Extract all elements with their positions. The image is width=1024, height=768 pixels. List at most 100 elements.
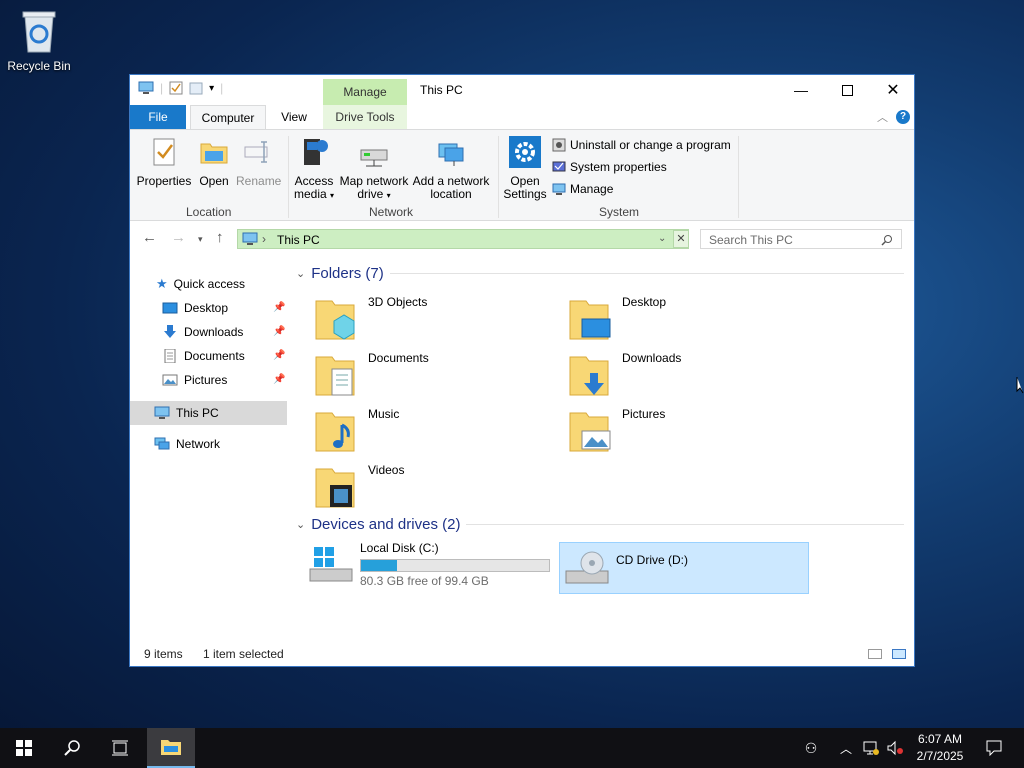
open-button[interactable]: Open	[196, 136, 232, 188]
map-network-drive-icon	[360, 149, 388, 167]
nav-this-pc-label: This PC	[176, 406, 219, 420]
drive-c-usage-bar	[360, 559, 550, 572]
system-properties-button[interactable]: System properties	[552, 160, 667, 174]
tab-file[interactable]: File	[130, 105, 186, 129]
people-button[interactable]: ⚇	[796, 728, 826, 768]
folder-3d-objects-label: 3D Objects	[368, 295, 428, 309]
open-label: Open	[199, 174, 229, 188]
nav-this-pc[interactable]: This PC	[130, 401, 287, 425]
file-explorer-taskbar-button[interactable]	[147, 728, 195, 768]
this-pc-small-icon[interactable]	[138, 81, 154, 95]
address-path: This PC	[277, 233, 320, 247]
folder-music[interactable]: Music	[314, 407, 399, 453]
maximize-button[interactable]	[824, 75, 870, 105]
close-button[interactable]: ✕	[870, 75, 916, 105]
folder-videos-icon	[315, 468, 355, 508]
folder-desktop[interactable]: Desktop	[568, 295, 666, 341]
action-center-button[interactable]	[976, 728, 1012, 768]
folder-music-icon	[315, 412, 355, 452]
new-folder-qat-icon[interactable]	[189, 81, 203, 95]
tab-computer[interactable]: Computer	[190, 105, 266, 129]
manage-button[interactable]: Manage	[552, 182, 613, 196]
drive-d-name: CD Drive (D:)	[616, 553, 688, 567]
show-hidden-icons-button[interactable]: ︿	[836, 728, 856, 768]
properties-qat-icon[interactable]	[169, 81, 183, 95]
start-button[interactable]	[0, 728, 48, 768]
nav-network[interactable]: Network	[154, 433, 220, 455]
address-bar[interactable]: › This PC ⌄	[237, 229, 689, 249]
folder-videos[interactable]: Videos	[314, 463, 404, 509]
pin-icon: 📌	[273, 302, 286, 313]
close-icon: ✕	[886, 82, 900, 99]
tab-drive-tools[interactable]: Drive Tools	[323, 105, 407, 129]
folders-section-header[interactable]: ⌄ Folders (7)	[296, 265, 904, 282]
nav-network-label: Network	[176, 437, 221, 451]
network-tray-button[interactable]	[860, 728, 882, 768]
folder-downloads[interactable]: Downloads	[568, 351, 681, 397]
qat-divider: |	[160, 81, 164, 95]
address-row: ← → ▾ ↑ › This PC ⌄ ✕ Search This PC	[130, 221, 914, 257]
uninstall-program-button[interactable]: Uninstall or change a program	[552, 138, 731, 152]
cd-drive-icon	[565, 551, 609, 584]
mouse-cursor-icon	[1016, 377, 1024, 394]
help-icon[interactable]: ?	[896, 110, 910, 124]
details-view-icon[interactable]	[868, 649, 882, 659]
uninstall-label: Uninstall or change a program	[570, 138, 731, 152]
star-icon: ★	[156, 276, 168, 291]
clock[interactable]: 6:07 AM 2/7/2025	[910, 728, 970, 768]
search-button[interactable]	[48, 728, 96, 768]
folder-documents[interactable]: Documents	[314, 351, 429, 397]
nav-desktop[interactable]: Desktop	[162, 297, 310, 319]
status-item-count: 9 items	[144, 647, 183, 661]
search-box[interactable]: Search This PC	[700, 229, 902, 249]
back-arrow-icon[interactable]: ←	[142, 229, 157, 246]
system-group-label: System	[599, 205, 640, 219]
properties-button[interactable]: Properties	[136, 136, 192, 188]
ribbon-separator	[738, 136, 739, 218]
nav-pictures[interactable]: Pictures	[162, 369, 227, 391]
folder-pictures[interactable]: Pictures	[568, 407, 665, 453]
nav-documents[interactable]: Documents	[162, 345, 245, 367]
section-divider	[389, 273, 904, 274]
folder-downloads-icon	[569, 356, 609, 396]
address-dropdown-icon[interactable]: ⌄	[658, 233, 666, 244]
recent-locations-chevron-icon[interactable]: ▾	[198, 234, 203, 245]
large-icons-view-icon[interactable]	[892, 649, 906, 659]
location-group-label: Location	[186, 205, 232, 219]
access-media-button[interactable]: Access media ▾	[292, 136, 336, 202]
map-network-drive-button[interactable]: Map network drive ▾	[338, 136, 410, 202]
people-icon: ⚇	[804, 739, 818, 756]
ribbon-separator	[498, 136, 499, 218]
content-pane: ⌄ Folders (7) 3D Objects Desktop Documen…	[292, 257, 906, 637]
drive-local-disk-c[interactable]: Local Disk (C:) 80.3 GB free of 99.4 GB	[308, 541, 553, 591]
drives-section-header[interactable]: ⌄ Devices and drives (2)	[296, 516, 904, 533]
address-clear-icon[interactable]: ✕	[673, 230, 689, 248]
qat-customize-chevron-icon[interactable]: ▾	[209, 83, 214, 94]
quick-access-toolbar: | ▾ |	[138, 81, 223, 95]
minimize-button[interactable]: —	[778, 75, 824, 105]
recycle-bin-desktop-icon[interactable]: Recycle Bin	[6, 8, 72, 73]
task-view-button[interactable]	[96, 728, 144, 768]
folder-3d-objects-icon	[315, 300, 355, 340]
open-settings-button[interactable]: Open Settings	[502, 136, 548, 201]
folder-3d-objects[interactable]: 3D Objects	[314, 295, 427, 341]
network-icon	[154, 437, 170, 450]
forward-arrow-icon[interactable]: →	[171, 229, 186, 246]
nav-quick-access[interactable]: ★ Quick access	[156, 273, 245, 295]
rename-button[interactable]: Rename	[236, 136, 281, 188]
pin-icon: 📌	[273, 350, 286, 361]
chevron-up-icon: ︿	[839, 741, 852, 756]
status-bar: 9 items 1 item selected	[130, 641, 914, 667]
up-arrow-icon[interactable]: ↑	[216, 229, 224, 246]
drive-cd-d[interactable]: CD Drive (D:)	[559, 542, 809, 594]
add-network-location-button[interactable]: Add a network location	[412, 136, 490, 201]
nav-downloads[interactable]: Downloads	[162, 321, 243, 343]
folder-desktop-icon	[569, 300, 611, 340]
collapse-ribbon-chevron-icon[interactable]: ︿	[877, 109, 888, 125]
desktop-icon	[162, 302, 178, 314]
system-properties-icon	[552, 161, 566, 172]
tab-view[interactable]: View	[276, 105, 312, 129]
pin-icon: 📌	[273, 374, 286, 385]
volume-tray-button[interactable]	[884, 728, 906, 768]
file-explorer-icon	[161, 740, 181, 755]
